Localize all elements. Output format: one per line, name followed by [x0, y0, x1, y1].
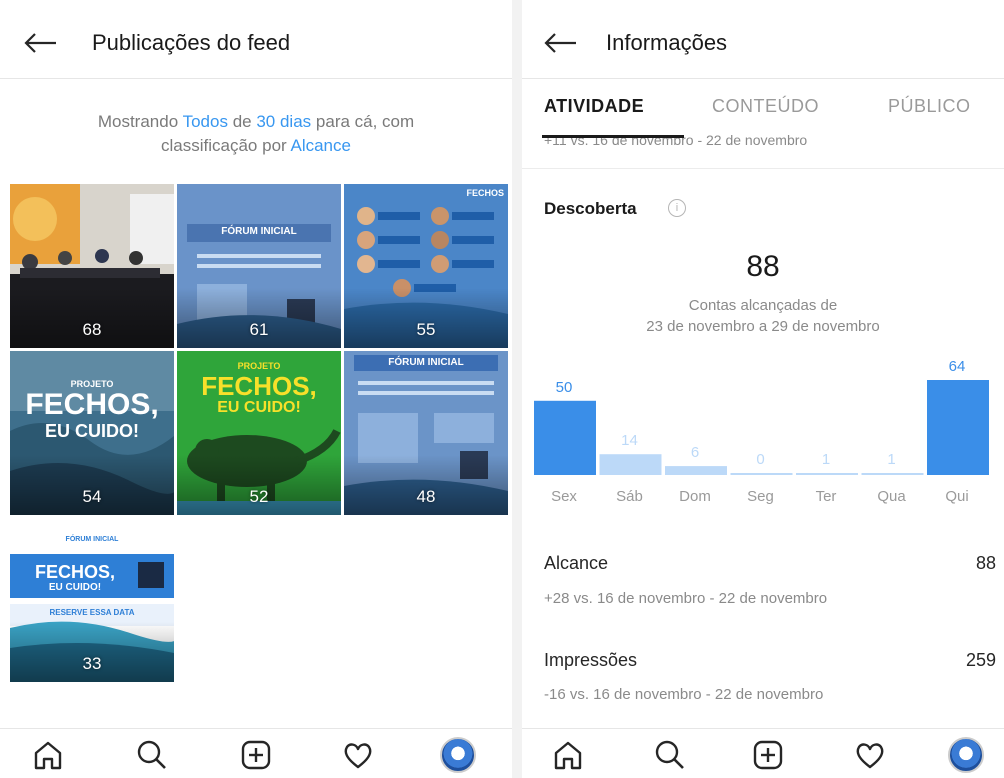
- feed-filter-info: Mostrando Todos de 30 dias para cá, com …: [0, 110, 512, 158]
- back-arrow-icon[interactable]: [542, 31, 578, 55]
- category-label: Qua: [877, 488, 906, 505]
- post-caption: FÓRUM INICIAL: [388, 357, 464, 368]
- post-reach-count: 61: [249, 320, 269, 339]
- post-caption: FECHOS,: [34, 562, 115, 582]
- post-tile[interactable]: FÓRUM INICIAL 48: [344, 351, 508, 515]
- home-icon[interactable]: [30, 737, 66, 773]
- bottom-nav: [0, 728, 512, 778]
- category-label: Seg: [747, 488, 774, 505]
- reach-period: 23 de novembro a 29 de novembro: [646, 318, 880, 335]
- post-reach-count: 68: [82, 320, 102, 339]
- add-icon[interactable]: [750, 737, 786, 773]
- metric-label-impressoes: Impressões: [544, 650, 638, 670]
- bar-sáb: [599, 454, 662, 475]
- bar-qui: [927, 380, 989, 475]
- metric-sub-alcance: +28 vs. 16 de novembro - 22 de novembro: [544, 590, 828, 607]
- tab-atividade[interactable]: ATIVIDADE: [544, 96, 644, 117]
- post-tile[interactable]: PROJETO FECHOS, EU CUIDO! 54: [10, 351, 174, 515]
- section-divider: [522, 168, 1004, 169]
- heart-icon[interactable]: [852, 737, 888, 773]
- discovery-title: Descoberta: [544, 199, 637, 218]
- post-reach-count: 33: [82, 654, 102, 673]
- tab-publico[interactable]: PÚBLICO: [888, 96, 971, 117]
- search-icon[interactable]: [652, 737, 688, 773]
- feed-posts-panel: Publicações do feed Mostrando Todos de 3…: [0, 0, 512, 778]
- post-caption: FECHOS,: [25, 388, 159, 421]
- metric-value-impressoes: 259: [965, 650, 996, 670]
- info-suffix: para cá, com: [315, 112, 415, 131]
- add-icon[interactable]: [238, 737, 274, 773]
- post-reach-count: 48: [416, 487, 436, 506]
- post-tile[interactable]: FÓRUM INICIAL 61: [177, 184, 341, 348]
- category-label: Sex: [551, 488, 577, 505]
- post-tile[interactable]: FECHOS 55: [344, 184, 508, 348]
- insights-header: Informações: [522, 10, 1004, 76]
- bar-dom: [665, 466, 727, 475]
- profile-avatar[interactable]: [948, 737, 984, 773]
- post-caption-small: PROJETO: [237, 361, 281, 371]
- post-caption: FÓRUM INICIAL: [221, 226, 297, 237]
- bar-value-label: 50: [556, 379, 573, 396]
- reach-total: 88: [746, 250, 780, 283]
- filter-type-link[interactable]: Todos: [183, 112, 228, 131]
- profile-avatar[interactable]: [440, 737, 476, 773]
- page-title: Informações: [606, 30, 728, 55]
- post-tile[interactable]: FÓRUM INICIAL FECHOS, EU CUIDO! RESERVE …: [10, 518, 174, 682]
- post-caption-sub: EU CUIDO!: [48, 582, 102, 593]
- heart-icon[interactable]: [340, 737, 376, 773]
- bar-value-label: 0: [756, 451, 764, 468]
- post-tile[interactable]: 68: [10, 184, 174, 348]
- post-caption: FECHOS,: [201, 371, 317, 401]
- feed-header: Publicações do feed: [0, 10, 512, 76]
- bar-seg: [730, 473, 793, 475]
- active-tab-indicator: [542, 135, 684, 138]
- post-caption: FECHOS: [466, 188, 504, 198]
- insights-panel: Informações ATIVIDADE CONTEÚDO PÚBLICO +…: [522, 0, 1004, 778]
- metric-label-alcance: Alcance: [544, 553, 609, 573]
- post-caption-small: FÓRUM INICIAL: [65, 536, 119, 543]
- category-label: Sáb: [616, 488, 643, 505]
- post-reach-count: 55: [416, 320, 436, 339]
- info-prefix: Mostrando: [97, 112, 179, 131]
- period-link[interactable]: 30 dias: [256, 112, 311, 131]
- post-date-caption: RESERVE ESSA DATA: [49, 608, 135, 617]
- sort-link[interactable]: Alcance: [290, 136, 350, 155]
- tab-conteudo[interactable]: CONTEÚDO: [712, 96, 819, 117]
- metric-value-alcance: 88: [975, 553, 996, 573]
- info-icon[interactable]: i: [668, 199, 686, 217]
- post-tile[interactable]: PROJETO FECHOS, EU CUIDO! 52: [177, 351, 341, 515]
- reach-label: Contas alcançadas de: [688, 297, 838, 314]
- post-caption-sub: EU CUIDO!: [45, 421, 139, 441]
- panel-divider: [512, 0, 522, 778]
- category-label: Ter: [816, 488, 837, 505]
- bar-sex: [534, 400, 596, 475]
- bar-ter: [796, 473, 858, 475]
- post-reach-count: 54: [82, 487, 102, 506]
- back-arrow-icon[interactable]: [22, 31, 58, 55]
- discovery-bar-chart: 50 Sex 14 Sáb 6 Dom 0 Seg 1 Ter 1 Qua 64 Qui: [534, 358, 989, 505]
- info-line2-prefix: classificação por: [161, 136, 287, 155]
- bar-qua: [861, 473, 924, 475]
- insights-tabs: ATIVIDADE CONTEÚDO PÚBLICO: [522, 86, 1004, 130]
- info-mid: de: [232, 112, 252, 131]
- category-label: Dom: [679, 488, 711, 505]
- header-divider: [0, 78, 512, 79]
- bar-value-label: 64: [949, 358, 966, 375]
- bar-value-label: 14: [621, 432, 638, 449]
- home-icon[interactable]: [550, 737, 586, 773]
- category-label: Qui: [945, 488, 968, 505]
- metric-sub-impressoes: -16 vs. 16 de novembro - 22 de novembro: [544, 686, 824, 703]
- bar-value-label: 1: [887, 451, 895, 468]
- bottom-nav: [522, 728, 1004, 778]
- post-reach-count: 52: [249, 487, 269, 506]
- post-caption-sub: EU CUIDO!: [217, 399, 301, 416]
- bar-value-label: 1: [822, 451, 830, 468]
- page-title: Publicações do feed: [92, 30, 291, 55]
- header-divider: [522, 78, 1004, 79]
- search-icon[interactable]: [134, 737, 170, 773]
- bar-value-label: 6: [691, 444, 699, 461]
